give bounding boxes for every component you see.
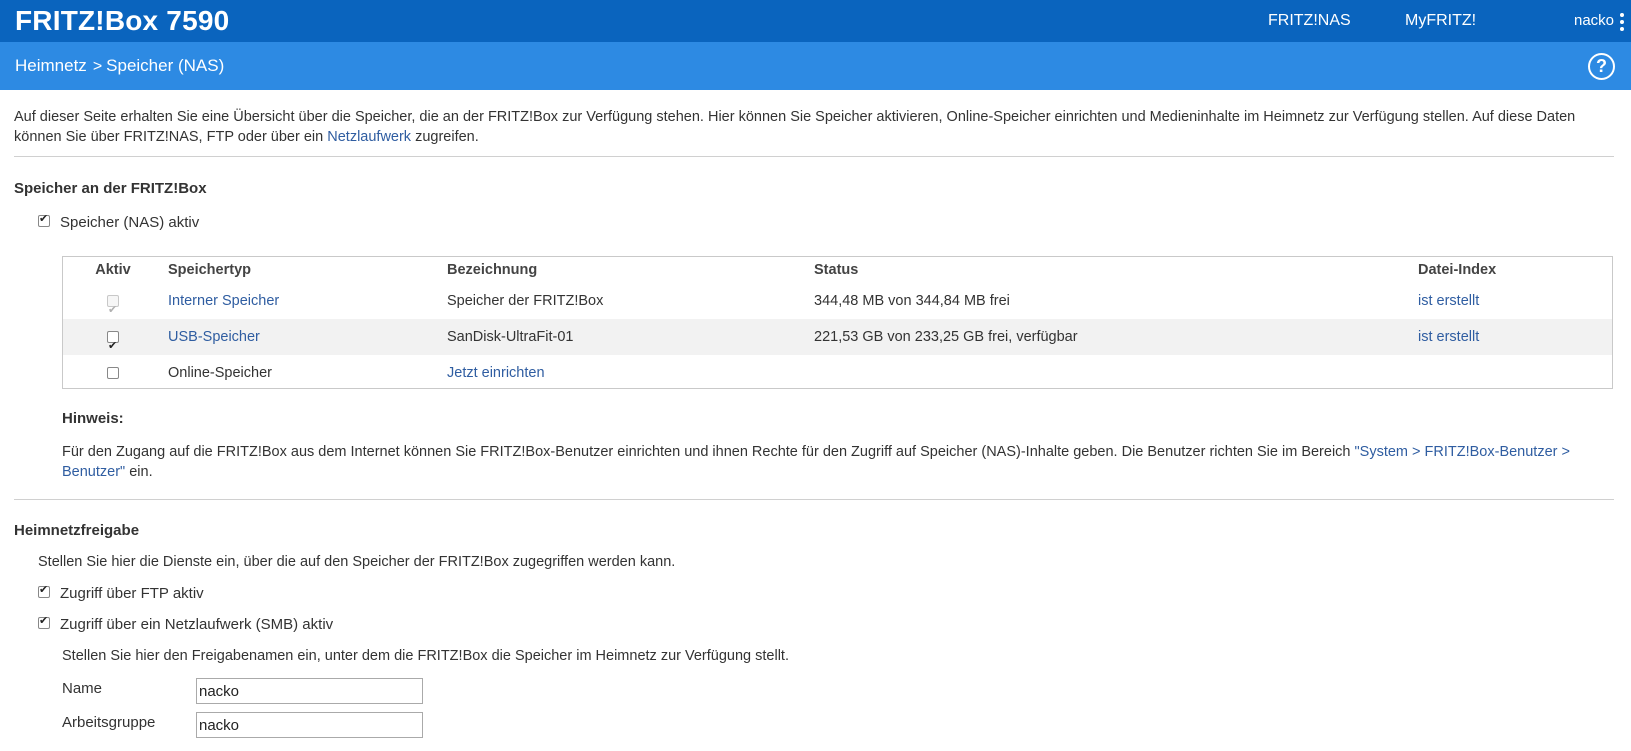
internal-storage-link[interactable]: Interner Speicher bbox=[168, 283, 279, 319]
internal-storage-checkbox bbox=[107, 292, 119, 328]
share-description: Stellen Sie hier die Dienste ein, über d… bbox=[38, 554, 676, 570]
breadcrumb-bar: Heimnetz > Speicher (NAS) ? bbox=[0, 42, 1631, 90]
usb-storage-link[interactable]: USB-Speicher bbox=[168, 319, 260, 355]
table-header: Aktiv Speichertyp Bezeichnung Status Dat… bbox=[63, 257, 1612, 283]
breadcrumb-current: Speicher (NAS) bbox=[106, 56, 225, 75]
ftp-checkbox[interactable] bbox=[38, 583, 50, 599]
storage-status: 221,53 GB von 233,25 GB frei, verfügbar bbox=[814, 329, 1078, 345]
chevron-right-icon: > bbox=[92, 58, 103, 75]
fritznas-link[interactable]: FRITZ!NAS bbox=[1268, 0, 1351, 42]
smb-description: Stellen Sie hier den Freigabenamen ein, … bbox=[62, 648, 789, 664]
help-icon[interactable]: ? bbox=[1588, 53, 1615, 80]
note-text: Für den Zugang auf die FRITZ!Box aus dem… bbox=[62, 444, 1570, 480]
smb-label: Zugriff über ein Netzlaufwerk (SMB) akti… bbox=[60, 616, 334, 633]
divider bbox=[14, 499, 1614, 500]
brand-title[interactable]: FRITZ!Box 7590 bbox=[15, 2, 229, 40]
user-menu[interactable]: nacko bbox=[1574, 0, 1614, 42]
ftp-label: Zugriff über FTP aktiv bbox=[60, 585, 204, 602]
netzlaufwerk-link[interactable]: Netzlaufwerk bbox=[327, 129, 411, 145]
breadcrumb-heimnetz[interactable]: Heimnetz bbox=[15, 56, 87, 75]
more-menu-icon[interactable] bbox=[1620, 13, 1624, 31]
nas-active-checkbox[interactable] bbox=[38, 212, 50, 228]
divider bbox=[14, 156, 1614, 157]
workgroup-input[interactable] bbox=[196, 712, 423, 738]
nas-active-label: Speicher (NAS) aktiv bbox=[60, 214, 200, 231]
ftp-row: Zugriff über FTP aktiv bbox=[38, 583, 204, 602]
name-input[interactable] bbox=[196, 678, 423, 704]
setup-online-storage-link[interactable]: Jetzt einrichten bbox=[447, 355, 545, 391]
table-row: Interner Speicher Speicher der FRITZ!Box… bbox=[63, 283, 1612, 328]
storage-section-title: Speicher an der FRITZ!Box bbox=[14, 180, 207, 197]
col-aktiv: Aktiv bbox=[95, 262, 131, 278]
table-row: USB-Speicher SanDisk-UltraFit-01 221,53 … bbox=[63, 319, 1612, 364]
index-link[interactable]: ist erstellt bbox=[1418, 319, 1479, 355]
col-status: Status bbox=[814, 262, 859, 278]
col-bezeichnung: Bezeichnung bbox=[447, 262, 538, 278]
online-storage-label: Online-Speicher bbox=[168, 365, 272, 381]
breadcrumb: Heimnetz > Speicher (NAS) bbox=[15, 42, 224, 91]
usb-storage-checkbox[interactable] bbox=[107, 328, 119, 364]
storage-name: Speicher der FRITZ!Box bbox=[447, 293, 604, 309]
smb-row: Zugriff über ein Netzlaufwerk (SMB) akti… bbox=[38, 614, 334, 633]
smb-checkbox[interactable] bbox=[38, 614, 50, 630]
note-title: Hinweis: bbox=[62, 410, 124, 427]
table-row: Online-Speicher Jetzt einrichten bbox=[63, 355, 1612, 391]
index-link[interactable]: ist erstellt bbox=[1418, 283, 1479, 319]
storage-name: SanDisk-UltraFit-01 bbox=[447, 329, 574, 345]
name-label: Name bbox=[62, 680, 103, 697]
nas-active-row: Speicher (NAS) aktiv bbox=[38, 212, 200, 231]
intro-text: Auf dieser Seite erhalten Sie eine Übers… bbox=[14, 109, 1576, 145]
share-section-title: Heimnetzfreigabe bbox=[14, 522, 140, 539]
col-speichertyp: Speichertyp bbox=[168, 262, 251, 278]
col-datei-index: Datei-Index bbox=[1418, 262, 1497, 278]
storage-status: 344,48 MB von 344,84 MB frei bbox=[814, 293, 1010, 309]
workgroup-label: Arbeitsgruppe bbox=[62, 714, 156, 731]
online-storage-checkbox[interactable] bbox=[107, 367, 119, 380]
myfritz-link[interactable]: MyFRITZ! bbox=[1405, 0, 1476, 42]
top-bar: FRITZ!Box 7590 FRITZ!NAS MyFRITZ! nacko bbox=[0, 0, 1631, 42]
storage-table: Aktiv Speichertyp Bezeichnung Status Dat… bbox=[62, 256, 1613, 389]
